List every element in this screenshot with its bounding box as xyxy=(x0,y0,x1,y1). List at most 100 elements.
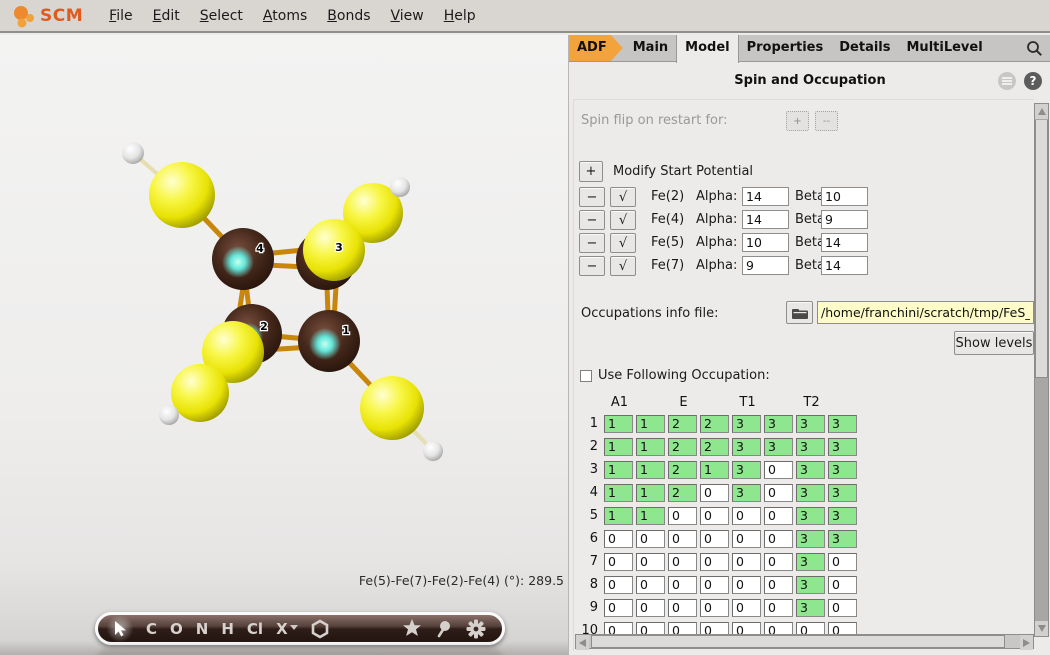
atoms[interactable] xyxy=(122,142,443,461)
ring-tool-icon[interactable] xyxy=(310,615,330,642)
remove-row-button[interactable]: − xyxy=(579,210,605,230)
use-occupation-checkbox[interactable] xyxy=(580,370,592,382)
occupation-cell[interactable]: 0 xyxy=(764,484,793,502)
occupation-cell[interactable]: 3 xyxy=(828,438,857,456)
occupation-cell[interactable]: 0 xyxy=(732,576,761,594)
toggle-row-button[interactable]: √ xyxy=(610,256,636,276)
occupation-cell[interactable]: 0 xyxy=(732,530,761,548)
occupations-file-path-input[interactable] xyxy=(817,301,1034,324)
tab-multilevel[interactable]: MultiLevel xyxy=(899,35,991,61)
occupation-cell[interactable]: 0 xyxy=(732,599,761,617)
add-start-potential-button[interactable]: + xyxy=(579,161,603,182)
molecule-3d-view[interactable]: 4 3 2 1 xyxy=(0,35,568,595)
beta-input[interactable] xyxy=(821,233,868,252)
scroll-down-button[interactable] xyxy=(1035,621,1048,636)
occupation-cell[interactable]: 0 xyxy=(764,461,793,479)
occupation-cell[interactable]: 3 xyxy=(732,415,761,433)
occupation-cell[interactable]: 1 xyxy=(700,461,729,479)
occupation-cell[interactable]: 0 xyxy=(764,576,793,594)
occupation-cell[interactable]: 3 xyxy=(796,530,825,548)
atom-h[interactable] xyxy=(159,405,179,425)
occupation-cell[interactable]: 0 xyxy=(636,530,665,548)
help-icon[interactable]: ? xyxy=(1024,72,1042,90)
toggle-row-button[interactable]: √ xyxy=(610,233,636,253)
atom-s[interactable] xyxy=(149,162,215,228)
menu-bonds[interactable]: Bonds xyxy=(317,2,380,30)
atom-s[interactable] xyxy=(171,364,229,422)
element-button-c[interactable]: C xyxy=(146,620,157,638)
show-levels-button[interactable]: Show levels xyxy=(954,331,1034,355)
occupation-cell[interactable]: 1 xyxy=(604,415,633,433)
occupation-cell[interactable]: 0 xyxy=(636,576,665,594)
occupation-cell[interactable]: 0 xyxy=(764,530,793,548)
occupation-cell[interactable]: 1 xyxy=(636,507,665,525)
browse-file-button[interactable] xyxy=(786,301,813,324)
occupation-cell[interactable]: 0 xyxy=(700,576,729,594)
beta-input[interactable] xyxy=(821,256,868,275)
alpha-input[interactable] xyxy=(742,233,789,252)
occupation-cell[interactable]: 3 xyxy=(732,461,761,479)
occupation-cell[interactable]: 0 xyxy=(604,553,633,571)
occupation-cell[interactable]: 0 xyxy=(604,599,633,617)
occupation-cell[interactable]: 0 xyxy=(668,576,697,594)
element-button-h[interactable]: H xyxy=(221,620,234,638)
scroll-left-button[interactable] xyxy=(576,635,589,650)
occupation-cell[interactable]: 0 xyxy=(764,553,793,571)
occupation-cell[interactable]: 1 xyxy=(604,507,633,525)
occupation-cell[interactable]: 2 xyxy=(668,461,697,479)
remove-row-button[interactable]: − xyxy=(579,256,605,276)
occupation-cell[interactable]: 3 xyxy=(828,484,857,502)
occupation-cell[interactable]: 0 xyxy=(732,507,761,525)
occupation-cell[interactable]: 0 xyxy=(828,576,857,594)
occupation-cell[interactable]: 2 xyxy=(700,438,729,456)
horizontal-scrollbar[interactable] xyxy=(575,634,1034,649)
occupation-cell[interactable]: 0 xyxy=(764,507,793,525)
toggle-row-button[interactable]: √ xyxy=(610,187,636,207)
pointer-tool-icon[interactable] xyxy=(107,615,133,642)
occupation-cell[interactable]: 3 xyxy=(796,461,825,479)
occupation-cell[interactable]: 0 xyxy=(828,599,857,617)
occupation-cell[interactable]: 1 xyxy=(604,438,633,456)
occupation-cell[interactable]: 3 xyxy=(764,438,793,456)
element-picker-button[interactable]: X xyxy=(276,615,298,642)
atom-h[interactable] xyxy=(423,441,443,461)
occupation-cell[interactable]: 0 xyxy=(764,599,793,617)
tab-main[interactable]: Main xyxy=(625,35,676,61)
occupation-cell[interactable]: 0 xyxy=(668,553,697,571)
occupation-cell[interactable]: 3 xyxy=(828,415,857,433)
occupation-cell[interactable]: 0 xyxy=(700,553,729,571)
occupation-cell[interactable]: 0 xyxy=(700,484,729,502)
menu-edit[interactable]: Edit xyxy=(143,2,190,30)
occupation-cell[interactable]: 0 xyxy=(604,530,633,548)
remove-row-button[interactable]: − xyxy=(579,187,605,207)
occupation-cell[interactable]: 1 xyxy=(636,461,665,479)
beta-input[interactable] xyxy=(821,187,868,206)
occupation-cell[interactable]: 0 xyxy=(828,553,857,571)
menu-view[interactable]: View xyxy=(381,2,434,30)
occupation-cell[interactable]: 3 xyxy=(796,484,825,502)
scroll-up-button[interactable] xyxy=(1035,104,1048,119)
tab-model[interactable]: Model xyxy=(676,35,738,63)
occupation-cell[interactable]: 3 xyxy=(828,507,857,525)
occupation-cell[interactable]: 3 xyxy=(796,415,825,433)
alpha-input[interactable] xyxy=(742,256,789,275)
menu-help[interactable]: Help xyxy=(434,2,486,30)
occupation-cell[interactable]: 3 xyxy=(732,438,761,456)
occupation-cell[interactable]: 3 xyxy=(796,576,825,594)
atom-s[interactable] xyxy=(360,376,424,440)
occupation-cell[interactable]: 3 xyxy=(764,415,793,433)
occupation-cell[interactable]: 0 xyxy=(732,553,761,571)
occupation-cell[interactable]: 3 xyxy=(796,553,825,571)
menu-select[interactable]: Select xyxy=(190,2,253,30)
occupation-cell[interactable]: 3 xyxy=(796,599,825,617)
occupation-cell[interactable]: 0 xyxy=(700,599,729,617)
alpha-input[interactable] xyxy=(742,187,789,206)
atom-s[interactable] xyxy=(303,219,365,281)
occupation-cell[interactable]: 0 xyxy=(636,553,665,571)
occupation-cell[interactable]: 0 xyxy=(700,507,729,525)
occupation-cell[interactable]: 0 xyxy=(668,599,697,617)
occupation-cell[interactable]: 2 xyxy=(668,484,697,502)
scm-logo[interactable]: SCM xyxy=(8,3,83,29)
vertical-scroll-thumb[interactable] xyxy=(1035,120,1048,378)
horizontal-scroll-thumb[interactable] xyxy=(591,635,1005,648)
